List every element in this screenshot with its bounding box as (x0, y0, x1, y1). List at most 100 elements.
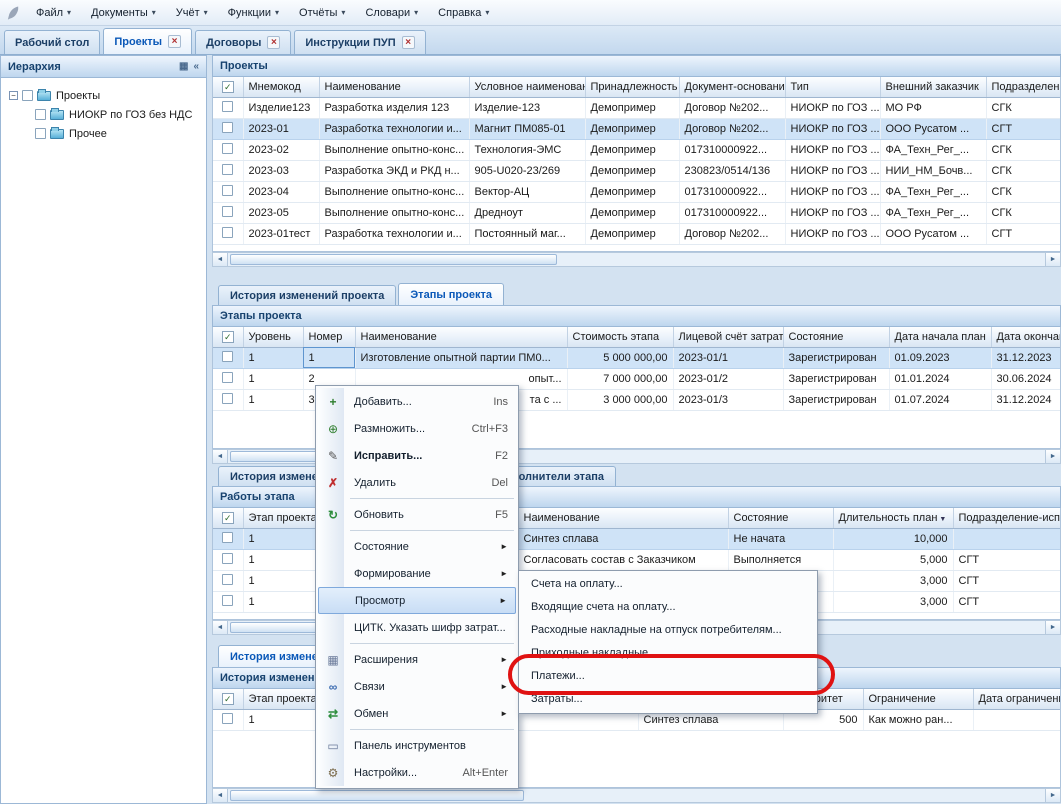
main-tab[interactable]: Рабочий стол (4, 30, 100, 54)
tab-close-icon[interactable]: × (267, 36, 280, 49)
menu-item[interactable]: ↻ОбновитьF5 (318, 501, 516, 528)
column-header[interactable]: Мнемокод (243, 77, 319, 97)
column-header[interactable]: Внешний заказчик (880, 77, 986, 97)
row-select-cell[interactable] (213, 139, 243, 160)
table-row[interactable]: 11Изготовление опытной партии ПМ0...5 00… (213, 347, 1061, 368)
tab-close-icon[interactable]: × (402, 36, 415, 49)
row-checkbox[interactable] (222, 122, 233, 133)
menu-item[interactable]: +Добавить...Ins (318, 388, 516, 415)
submenu-item[interactable]: Приходные накладные... (521, 642, 815, 665)
row-select-cell[interactable] (213, 118, 243, 139)
table-row[interactable]: 2023-04Выполнение опытно-конс...Вектор-А… (213, 181, 1061, 202)
menu-item[interactable]: ∞Связи► (318, 673, 516, 700)
row-select-cell[interactable] (213, 347, 243, 368)
column-header[interactable]: Подразделение (986, 77, 1061, 97)
row-checkbox[interactable] (222, 101, 233, 112)
menu-item[interactable]: ✎Исправить...F2 (318, 442, 516, 469)
checkbox[interactable] (35, 128, 46, 139)
column-header[interactable]: Подразделение-исполнитель (953, 508, 1061, 528)
horizontal-scrollbar[interactable]: ◄ ► (212, 788, 1061, 803)
scrollbar-track[interactable] (228, 253, 1045, 266)
row-select-cell[interactable] (213, 181, 243, 202)
checkbox[interactable] (35, 109, 46, 120)
column-header[interactable]: Наименование (319, 77, 469, 97)
column-header[interactable]: Наименование (518, 508, 728, 528)
horizontal-scrollbar[interactable]: ◄ ► (212, 252, 1061, 267)
table-row[interactable]: Изделие123Разработка изделия 123Изделие-… (213, 97, 1061, 118)
menubar-item[interactable]: Учёт▾ (167, 3, 217, 23)
select-all-header[interactable]: ✓ (213, 327, 243, 347)
scroll-left-arrow[interactable]: ◄ (213, 621, 228, 634)
scrollbar-thumb[interactable] (230, 790, 524, 801)
column-header[interactable]: Состояние (783, 327, 889, 347)
section-tab[interactable]: Этапы проекта (398, 283, 504, 305)
menu-item[interactable]: ЦИТК. Указать шифр затрат... (318, 614, 516, 641)
column-header[interactable]: Дата ограничения (973, 689, 1061, 709)
row-checkbox[interactable] (222, 574, 233, 585)
row-checkbox[interactable] (222, 532, 233, 543)
column-header[interactable]: Ограничение (863, 689, 973, 709)
menu-item[interactable]: Формирование► (318, 560, 516, 587)
menu-item[interactable]: Просмотр► (318, 587, 516, 614)
scroll-left-arrow[interactable]: ◄ (213, 253, 228, 266)
row-select-cell[interactable] (213, 223, 243, 244)
column-header[interactable]: Условное наименование (469, 77, 585, 97)
menubar-item[interactable]: Отчёты▾ (290, 3, 354, 23)
submenu-item[interactable]: Платежи... (521, 665, 815, 688)
column-header[interactable]: Принадлежность (585, 77, 679, 97)
select-all-header[interactable]: ✓ (213, 77, 243, 97)
menu-item[interactable]: ▦Расширения► (318, 646, 516, 673)
column-header[interactable]: Наименование (355, 327, 567, 347)
scroll-right-arrow[interactable]: ► (1045, 789, 1060, 802)
row-select-cell[interactable] (213, 528, 243, 549)
row-checkbox[interactable] (222, 553, 233, 564)
submenu-item[interactable]: Расходные накладные на отпуск потребител… (521, 619, 815, 642)
table-row[interactable]: 2023-01Разработка технологии и...Магнит … (213, 118, 1061, 139)
row-select-cell[interactable] (213, 389, 243, 410)
row-select-cell[interactable] (213, 591, 243, 612)
column-header[interactable]: Тип (785, 77, 880, 97)
row-checkbox[interactable] (222, 206, 233, 217)
main-tab[interactable]: Инструкции ПУП× (294, 30, 425, 54)
scroll-right-arrow[interactable]: ► (1045, 450, 1060, 463)
menu-item[interactable]: ⊕Размножить...Ctrl+F3 (318, 415, 516, 442)
column-header[interactable]: Лицевой счёт затрат. (673, 327, 783, 347)
section-tab[interactable]: История изменений проекта (218, 285, 396, 305)
row-select-cell[interactable] (213, 160, 243, 181)
row-checkbox[interactable] (222, 143, 233, 154)
menubar-item[interactable]: Словари▾ (356, 3, 427, 23)
expander-icon[interactable]: − (9, 91, 18, 100)
tab-close-icon[interactable]: × (168, 35, 181, 48)
scroll-left-arrow[interactable]: ◄ (213, 789, 228, 802)
scroll-right-arrow[interactable]: ► (1045, 253, 1060, 266)
menubar-item[interactable]: Файл▾ (27, 3, 80, 23)
submenu-item[interactable]: Затраты... (521, 688, 815, 711)
select-all-header[interactable]: ✓ (213, 508, 243, 528)
row-checkbox[interactable] (222, 372, 233, 383)
submenu-item[interactable]: Счета на оплату... (521, 573, 815, 596)
menubar-item[interactable]: Документы▾ (82, 3, 165, 23)
table-row[interactable]: 2023-03Разработка ЭКД и РКД н...905-U020… (213, 160, 1061, 181)
row-select-cell[interactable] (213, 709, 243, 730)
row-select-cell[interactable] (213, 549, 243, 570)
collapse-panel-icon[interactable]: « (193, 61, 199, 72)
row-checkbox[interactable] (222, 713, 233, 724)
main-tab[interactable]: Проекты× (103, 28, 192, 54)
main-tab[interactable]: Договоры× (195, 30, 291, 54)
row-select-cell[interactable] (213, 97, 243, 118)
select-all-header[interactable]: ✓ (213, 689, 243, 709)
column-header[interactable]: Состояние (728, 508, 833, 528)
menu-item[interactable]: Состояние► (318, 533, 516, 560)
menu-item[interactable]: ✗УдалитьDel (318, 469, 516, 496)
row-checkbox[interactable] (222, 185, 233, 196)
scroll-right-arrow[interactable]: ► (1045, 621, 1060, 634)
menu-item[interactable]: ▭Панель инструментов (318, 732, 516, 759)
grid-view-icon[interactable]: ▦ (179, 61, 188, 72)
menu-item[interactable]: ⇄Обмен► (318, 700, 516, 727)
row-select-cell[interactable] (213, 368, 243, 389)
scroll-left-arrow[interactable]: ◄ (213, 450, 228, 463)
column-header[interactable]: Дата окончания (991, 327, 1061, 347)
row-checkbox[interactable] (222, 595, 233, 606)
row-checkbox[interactable] (222, 227, 233, 238)
row-checkbox[interactable] (222, 164, 233, 175)
